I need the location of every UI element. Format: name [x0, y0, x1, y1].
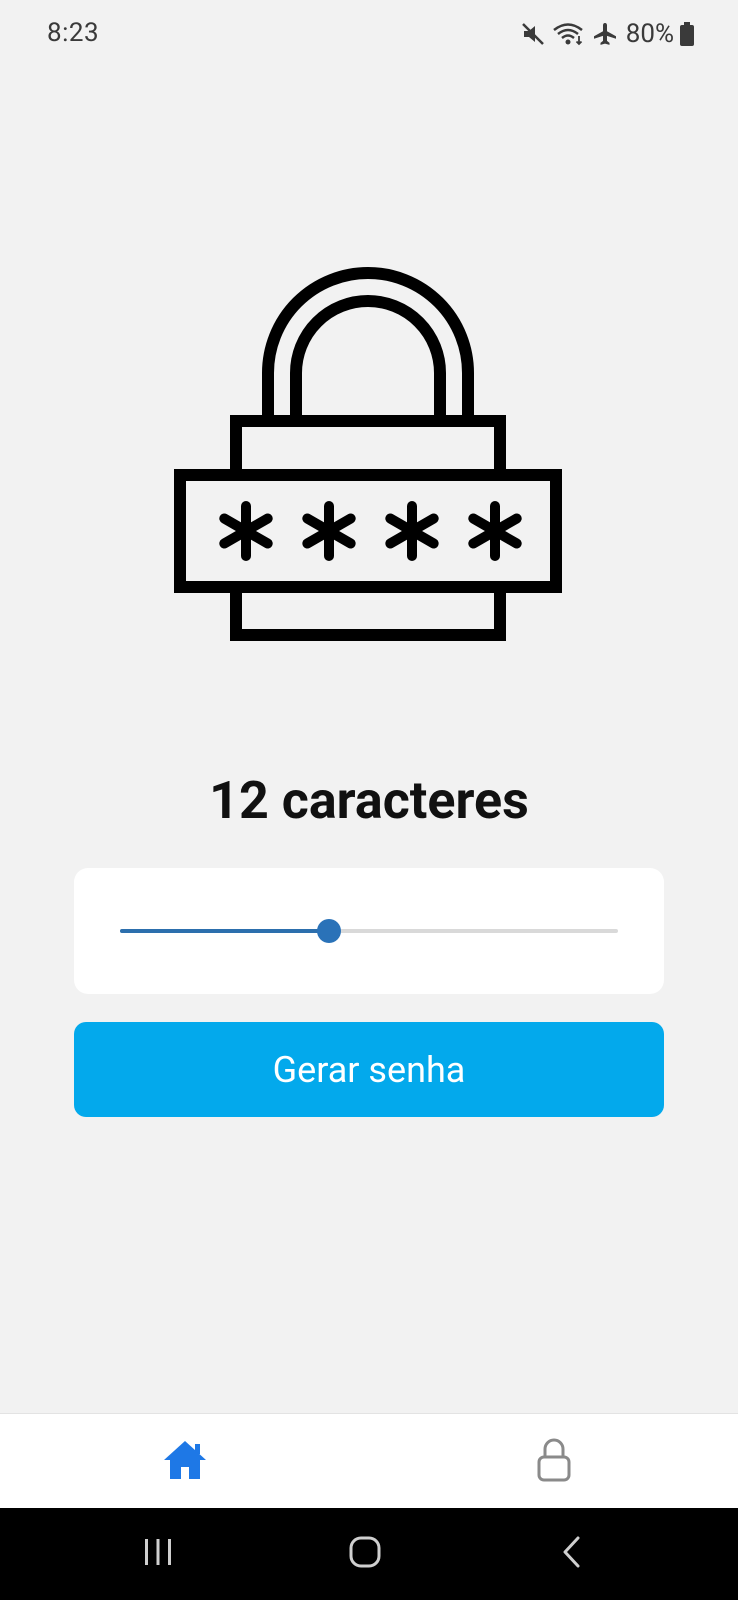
tab-passwords[interactable] [369, 1414, 738, 1509]
back-button[interactable] [512, 1508, 632, 1600]
tab-home[interactable] [0, 1414, 369, 1509]
home-icon [162, 1439, 208, 1485]
lock-icon [536, 1437, 572, 1487]
recents-icon [141, 1537, 175, 1571]
status-bar: 8:23 80% [0, 0, 738, 72]
password-length-label: 12 caracteres [209, 770, 529, 831]
back-icon [560, 1535, 584, 1573]
airplane-icon [592, 21, 618, 47]
slider-fill [120, 929, 330, 933]
wifi-icon [552, 21, 586, 47]
battery-percent: 80% [625, 19, 674, 49]
slider-thumb[interactable] [317, 919, 342, 943]
recents-button[interactable] [98, 1508, 218, 1600]
home-circle-icon [348, 1535, 382, 1573]
system-home-button[interactable] [305, 1508, 425, 1600]
length-slider-card [74, 868, 664, 994]
system-nav-bar [0, 1508, 738, 1600]
generate-password-button[interactable]: Gerar senha [74, 1022, 664, 1117]
length-slider[interactable] [120, 919, 618, 943]
status-icons: 80% [520, 16, 694, 52]
status-time: 8:23 [47, 18, 100, 48]
battery-icon [680, 22, 694, 46]
password-lock-icon [170, 255, 566, 647]
bottom-tab-bar [0, 1413, 738, 1509]
mute-icon [520, 21, 546, 47]
